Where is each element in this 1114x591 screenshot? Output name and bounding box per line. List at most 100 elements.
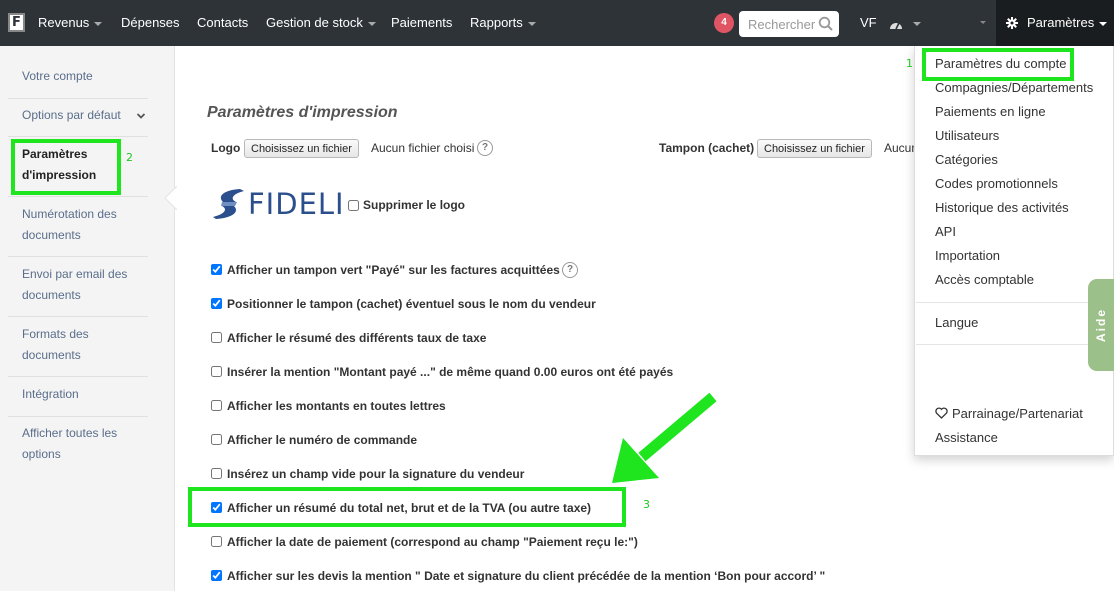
user-initials: VF <box>860 15 877 30</box>
nav-rapports[interactable]: Rapports <box>470 0 536 46</box>
option-checkbox[interactable] <box>211 536 222 547</box>
user-menu[interactable]: VF <box>860 0 921 46</box>
settings-label-text: Paramètres <box>1027 15 1095 30</box>
option-checkbox[interactable] <box>211 570 222 581</box>
sidebar-item-options-defaut[interactable]: Options par défaut <box>22 105 147 126</box>
logo-file-status: Aucun fichier choisi <box>371 141 475 155</box>
dropdown-item-compagnies[interactable]: Compagnies/Départements <box>935 80 1093 96</box>
settings-label: Paramètres <box>1027 0 1108 46</box>
chevron-down-icon <box>94 21 103 26</box>
dropdown-item-assistance[interactable]: Assistance <box>935 430 998 446</box>
option-checkbox[interactable] <box>211 468 222 479</box>
option-checkbox[interactable] <box>211 366 222 377</box>
option-label: Positionner le tampon (cachet) éventuel … <box>227 297 596 311</box>
caret-down-icon[interactable] <box>980 21 986 24</box>
option-checkbox[interactable] <box>211 400 222 411</box>
dropdown-item-acces-comptable[interactable]: Accès comptable <box>935 272 1034 288</box>
gear-icon <box>1006 17 1018 29</box>
brand-logo-text: FIDELI <box>248 187 345 221</box>
chevron-down-icon <box>1099 21 1108 26</box>
sidebar-item-envoi-email[interactable]: Envoi par email des documents <box>22 264 147 306</box>
option-label: Afficher les montants en toutes lettres <box>227 399 446 413</box>
option-checkbox[interactable] <box>211 264 222 275</box>
highlight-box-summary-option <box>188 487 626 527</box>
sidebar-divider <box>8 416 148 417</box>
nav-revenus-label: Revenus <box>38 15 90 30</box>
dropdown-item-historique[interactable]: Historique des activités <box>935 200 1069 216</box>
active-indicator-notch <box>165 186 177 210</box>
annotation-number: 2 <box>126 151 133 164</box>
search-box <box>739 11 839 37</box>
option-checkbox[interactable] <box>211 298 222 309</box>
dropdown-divider <box>916 302 1113 303</box>
stamp-label: Tampon (cachet) <box>659 141 755 155</box>
settings-sidebar: Votre compte Options par défaut Paramètr… <box>0 46 177 591</box>
option-label: Afficher sur les devis la mention " Date… <box>227 569 826 583</box>
heart-icon <box>935 407 948 419</box>
option-checkbox[interactable] <box>211 332 222 343</box>
sidebar-item-integration[interactable]: Intégration <box>22 384 147 405</box>
sidebar-divider <box>8 98 148 99</box>
dropdown-divider <box>916 344 1113 345</box>
search-icon[interactable] <box>817 15 835 33</box>
parrainage-label: Parrainage/Partenariat <box>952 406 1083 421</box>
dropdown-item-utilisateurs[interactable]: Utilisateurs <box>935 128 999 144</box>
option-label: Afficher le résumé des différents taux d… <box>227 331 487 345</box>
delete-logo-label: Supprimer le logo <box>363 198 466 212</box>
help-icon[interactable]: ? <box>562 262 578 278</box>
dropdown-item-categories[interactable]: Catégories <box>935 152 998 168</box>
option-label: Afficher le numéro de commande <box>227 433 418 447</box>
logo-label: Logo <box>211 141 241 155</box>
sidebar-item-formats[interactable]: Formats des documents <box>22 324 112 366</box>
sidebar-divider <box>8 196 148 197</box>
sidebar-divider <box>8 136 148 137</box>
sidebar-item-numerotation[interactable]: Numérotation des documents <box>22 204 147 246</box>
nav-stock[interactable]: Gestion de stock <box>266 0 376 46</box>
dropdown-item-api[interactable]: API <box>935 224 956 240</box>
dropdown-item-langue[interactable]: Langue <box>935 315 978 331</box>
delete-logo-checkbox[interactable] <box>348 200 359 211</box>
option-checkbox[interactable] <box>211 434 222 445</box>
chevron-down-icon[interactable] <box>136 111 146 121</box>
app-logo[interactable]: F <box>8 13 25 32</box>
annotation-number: 1 <box>906 57 913 70</box>
company-logo: FIDELI <box>210 185 346 223</box>
top-navbar: F Revenus Dépenses Contacts Gestion de s… <box>0 0 1114 46</box>
sidebar-item-toutes-options[interactable]: Afficher toutes les options <box>22 423 132 465</box>
highlight-box-account-settings <box>922 48 1074 81</box>
dashboard-gauge-icon <box>890 22 903 29</box>
nav-stock-label: Gestion de stock <box>266 15 363 30</box>
sidebar-divider <box>8 316 148 317</box>
search-input[interactable] <box>739 11 819 37</box>
notification-badge[interactable]: 4 <box>714 13 734 33</box>
fideli-logo-mark <box>213 189 244 219</box>
help-icon[interactable]: ? <box>477 140 493 156</box>
dropdown-item-parrainage[interactable]: Parrainage/Partenariat <box>935 406 1083 422</box>
nav-depenses[interactable]: Dépenses <box>121 0 180 46</box>
dropdown-item-importation[interactable]: Importation <box>935 248 1000 264</box>
help-tab-label: Aide <box>1094 307 1108 343</box>
logo-file-button[interactable]: Choisissez un fichier <box>244 139 359 158</box>
page-title: Paramètres d'impression <box>207 104 398 121</box>
option-label: Afficher la date de paiement (correspond… <box>227 535 638 549</box>
nav-revenus[interactable]: Revenus <box>38 0 103 46</box>
arrow-annotation-icon <box>612 392 717 483</box>
chevron-down-icon <box>367 21 376 26</box>
stamp-file-status: Aucun <box>884 141 914 155</box>
nav-paiements[interactable]: Paiements <box>391 0 452 46</box>
sidebar-item-votre-compte[interactable]: Votre compte <box>22 66 147 87</box>
chevron-down-icon <box>912 21 921 26</box>
option-label: Insérez un champ vide pour la signature … <box>227 467 525 481</box>
chevron-down-icon <box>527 21 536 26</box>
nav-rapports-label: Rapports <box>470 15 523 30</box>
highlight-box-print-settings <box>11 139 121 195</box>
settings-dropdown: Paramètres du compte Compagnies/Départem… <box>914 46 1114 456</box>
option-label: Insérer la mention "Montant payé ..." de… <box>227 365 674 379</box>
dropdown-item-paiements-en-ligne[interactable]: Paiements en ligne <box>935 104 1046 120</box>
option-label: Afficher un tampon vert "Payé" sur les f… <box>227 263 560 277</box>
sidebar-divider <box>8 376 148 377</box>
nav-contacts[interactable]: Contacts <box>197 0 248 46</box>
settings-menu[interactable]: Paramètres <box>996 0 1114 46</box>
dropdown-item-codes-promo[interactable]: Codes promotionnels <box>935 176 1058 192</box>
stamp-file-button[interactable]: Choisissez un fichier <box>757 139 872 158</box>
